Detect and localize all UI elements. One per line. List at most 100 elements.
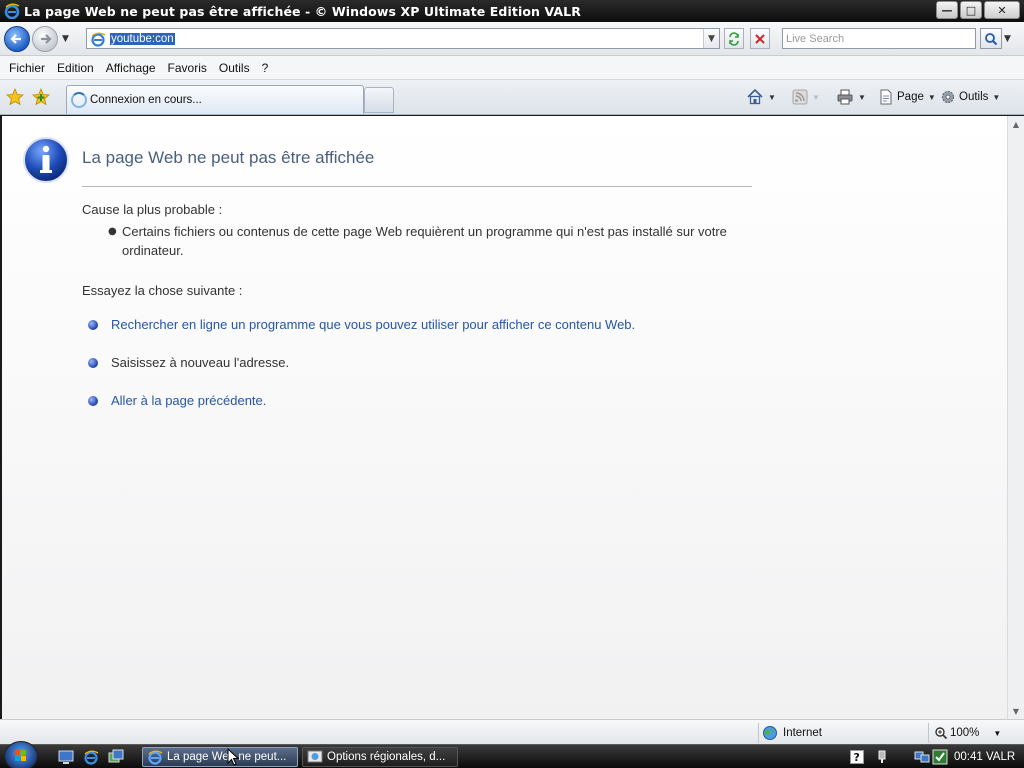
suggestion-link-back[interactable]: Aller à la page précédente.	[111, 393, 266, 408]
bullet-icon	[88, 395, 98, 406]
title-divider	[82, 186, 752, 187]
menu-outils[interactable]: Outils	[213, 61, 256, 75]
mouse-cursor-icon	[227, 748, 239, 766]
zone-label: Internet	[783, 727, 822, 739]
suggestion-text-retype: Saisissez à nouveau l'adresse.	[111, 355, 290, 370]
stop-button[interactable]	[750, 28, 770, 49]
address-toolbar: ▼ youtube:con ▼ ▼	[0, 22, 1024, 56]
add-favorite-icon[interactable]	[32, 88, 50, 106]
taskbar: La page Web ne peut... Options régionale…	[0, 741, 1024, 768]
svg-text:?: ?	[854, 751, 860, 764]
forward-arrow-icon	[41, 34, 52, 44]
home-dropdown-icon[interactable]: ▼	[768, 93, 776, 102]
zoom-dropdown-icon[interactable]: ▼	[993, 729, 1001, 738]
address-dropdown-icon[interactable]: ▼	[703, 29, 719, 48]
tools-menu-label: Outils	[959, 91, 989, 103]
menu-favoris[interactable]: Favoris	[162, 61, 213, 75]
zoom-control[interactable]: 100% ▼	[934, 724, 1001, 742]
globe-icon	[763, 726, 777, 740]
favorites-star-icon[interactable]	[6, 88, 24, 106]
tools-dropdown-icon[interactable]: ▼	[992, 93, 1000, 102]
feeds-dropdown-icon[interactable]: ▼	[812, 93, 820, 102]
cause-item: Certains fichiers ou contenus de cette p…	[122, 224, 727, 258]
task-regional-options[interactable]: Options régionales, d...	[302, 747, 458, 767]
print-icon	[837, 89, 853, 105]
feeds-button[interactable]: ▼	[792, 86, 820, 108]
address-url[interactable]: youtube:con	[110, 32, 175, 45]
page-dropdown-icon[interactable]: ▼	[928, 93, 936, 102]
security-zone[interactable]: Internet	[762, 724, 822, 742]
window-title-bar[interactable]: La page Web ne peut pas être affichée - …	[0, 0, 1024, 22]
status-divider	[928, 723, 929, 743]
tools-menu-button[interactable]: Outils ▼	[940, 86, 1000, 108]
tab-active-label: Connexion en cours...	[90, 94, 202, 106]
address-field[interactable]: youtube:con ▼	[86, 28, 720, 49]
network-icon	[914, 751, 930, 763]
suggestion-go-back[interactable]: Aller à la page précédente.	[88, 393, 266, 408]
status-divider	[758, 723, 759, 743]
rss-feed-icon	[792, 89, 808, 105]
task-ie-window[interactable]: La page Web ne peut...	[142, 747, 298, 767]
minimize-button[interactable]: —	[936, 1, 958, 19]
menu-fichier[interactable]: Fichier	[3, 61, 51, 75]
tab-active[interactable]: Connexion en cours...	[66, 85, 364, 114]
switch-windows-icon[interactable]	[108, 749, 124, 765]
home-button[interactable]: ▼	[746, 86, 776, 108]
status-bar: Internet 100% ▼	[0, 719, 1024, 744]
suggestion-search-online[interactable]: Rechercher en ligne un programme que vou…	[88, 317, 635, 332]
scroll-down-icon[interactable]: ▼	[1008, 703, 1024, 719]
suggestion-retype-address: Saisissez à nouveau l'adresse.	[88, 355, 289, 370]
refresh-icon	[729, 31, 739, 46]
menu-edition[interactable]: Edition	[51, 61, 100, 75]
recent-pages-dropdown-icon[interactable]: ▼	[62, 34, 69, 44]
zoom-icon	[935, 727, 948, 740]
menu-affichage[interactable]: Affichage	[100, 61, 162, 75]
page-menu-button[interactable]: Page ▼	[878, 86, 936, 108]
close-button[interactable]: ✕	[984, 1, 1020, 19]
back-button[interactable]	[4, 26, 30, 52]
search-input[interactable]	[783, 29, 975, 48]
page-content: La page Web ne peut pas être affichée Ca…	[2, 116, 1007, 719]
task-regional-label: Options régionales, d...	[327, 751, 446, 763]
network-tray-icon[interactable]	[914, 749, 930, 765]
refresh-button[interactable]	[724, 28, 744, 49]
start-button[interactable]	[4, 741, 38, 768]
menu-help[interactable]: ?	[256, 61, 275, 75]
search-box[interactable]	[782, 28, 976, 49]
maximize-button[interactable]: □	[960, 1, 982, 19]
tab-bar: Connexion en cours... ▼ ▼ ▼ Page ▼ Outil…	[0, 80, 1024, 115]
bullet-icon	[88, 319, 98, 330]
scroll-up-icon[interactable]: ▲	[1008, 116, 1024, 132]
ie-task-icon	[148, 750, 163, 765]
search-icon	[985, 32, 998, 45]
shield-icon	[932, 749, 948, 765]
cause-bullet-icon: ●	[108, 226, 117, 237]
try-heading: Essayez la chose suivante :	[82, 283, 243, 298]
new-tab-button[interactable]	[364, 87, 394, 113]
ie-quicklaunch-icon[interactable]	[83, 749, 99, 765]
search-options-dropdown-icon[interactable]: ▼	[1004, 34, 1011, 44]
clock[interactable]: 00:41 VALR	[954, 749, 1015, 765]
cause-heading: Cause la plus probable :	[82, 202, 223, 217]
page-title: La page Web ne peut pas être affichée	[82, 148, 375, 167]
forward-button[interactable]	[32, 26, 58, 52]
control-panel-task-icon	[307, 750, 323, 763]
security-tray-icon[interactable]	[932, 749, 948, 765]
help-icon: ?	[850, 750, 864, 764]
suggestion-link-search[interactable]: Rechercher en ligne un programme que vou…	[111, 317, 635, 332]
windows-logo-icon	[15, 750, 26, 761]
home-icon	[747, 88, 763, 105]
info-icon	[23, 137, 69, 183]
search-button[interactable]	[980, 28, 1002, 49]
zoom-level: 100%	[950, 727, 980, 739]
bullet-icon	[88, 357, 98, 368]
vertical-scrollbar[interactable]: ▲ ▼	[1007, 116, 1024, 719]
help-tray-icon[interactable]: ?	[850, 749, 864, 765]
print-dropdown-icon[interactable]: ▼	[858, 93, 866, 102]
window-title: La page Web ne peut pas être affichée - …	[24, 3, 581, 19]
safely-remove-tray-icon[interactable]	[876, 749, 888, 765]
show-desktop-icon[interactable]	[58, 749, 74, 765]
menu-bar: Fichier Edition Affichage Favoris Outils…	[0, 56, 1024, 80]
print-button[interactable]: ▼	[836, 86, 866, 108]
stop-icon	[755, 33, 765, 44]
